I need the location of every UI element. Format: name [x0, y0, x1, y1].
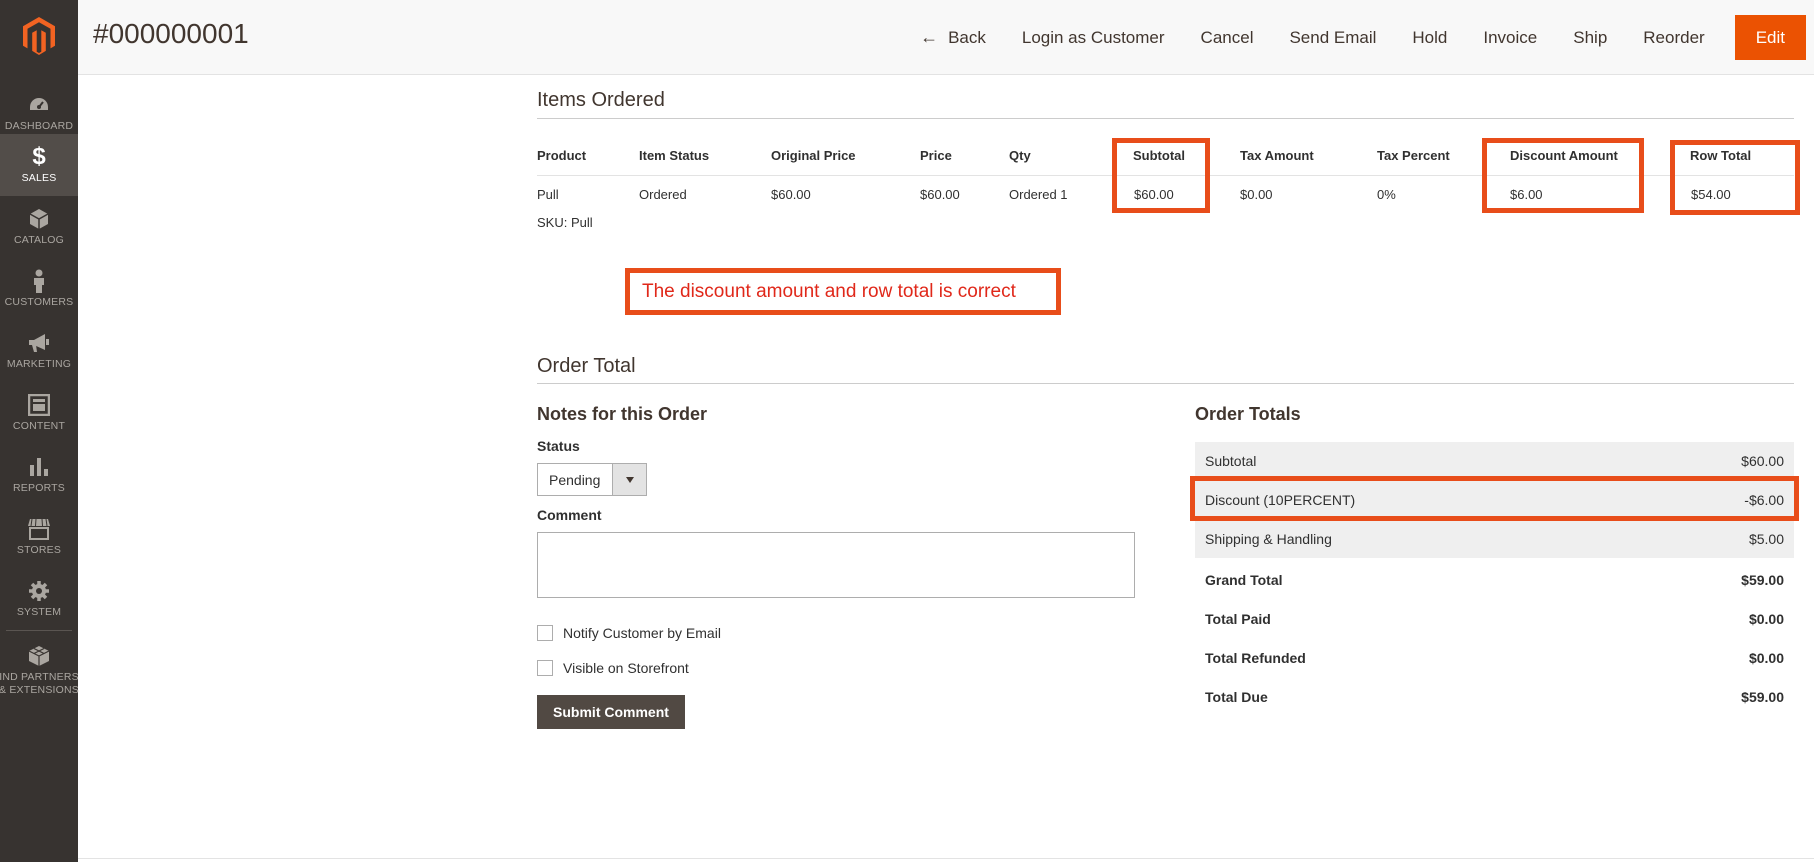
cell-product: Pull — [537, 187, 559, 202]
sidebar-item-content[interactable]: CONTENT — [0, 382, 78, 444]
sidebar-item-stores[interactable]: STORES — [0, 506, 78, 568]
cancel-button[interactable]: Cancel — [1183, 15, 1272, 60]
arrow-left-icon: ← — [920, 27, 939, 47]
annotation-note: The discount amount and row total is cor… — [625, 268, 1061, 315]
cell-qty: Ordered 1 — [1009, 187, 1068, 202]
totals-row-total-paid: Total Paid $0.00 — [1205, 610, 1784, 627]
login-as-customer-button[interactable]: Login as Customer — [1004, 15, 1183, 60]
cube-icon — [29, 208, 49, 230]
page-header: #000000001 ← Back Login as Customer Canc… — [78, 0, 1814, 75]
store-icon — [27, 518, 51, 540]
col-header-price: Price — [920, 148, 952, 163]
comment-label: Comment — [537, 507, 602, 523]
totals-row-shipping: Shipping & Handling $5.00 — [1195, 520, 1794, 559]
caret-down-icon — [612, 464, 646, 495]
person-icon — [32, 269, 46, 293]
cell-tax-percent: 0% — [1377, 187, 1396, 202]
cell-sku: SKU: Pull — [537, 215, 593, 230]
admin-sidebar: DASHBOARD $ SALES CATALOG CUSTOMERS MARK… — [0, 0, 79, 862]
notify-customer-checkbox-row[interactable]: Notify Customer by Email — [537, 625, 721, 641]
order-totals-title: Order Totals — [1195, 404, 1301, 424]
section-divider — [537, 383, 1794, 384]
sidebar-item-catalog[interactable]: CATALOG — [0, 196, 78, 258]
bar-chart-icon — [28, 456, 50, 478]
megaphone-icon — [27, 332, 51, 354]
cell-original-price: $60.00 — [771, 187, 811, 202]
page-actions: ← Back Login as Customer Cancel Send Ema… — [902, 15, 1814, 60]
totals-row-grand-total: Grand Total $59.00 — [1205, 571, 1784, 588]
gear-icon — [28, 580, 50, 602]
reorder-button[interactable]: Reorder — [1625, 15, 1722, 60]
visible-storefront-checkbox[interactable] — [537, 660, 553, 676]
items-ordered-title: Items Ordered — [537, 89, 665, 111]
sidebar-divider — [6, 630, 72, 631]
cell-price: $60.00 — [920, 187, 960, 202]
page-title: #000000001 — [93, 18, 249, 49]
highlight-box-discount-amount — [1482, 138, 1644, 213]
magento-logo-icon[interactable] — [0, 0, 78, 72]
boxes-icon — [27, 645, 51, 667]
notes-title: Notes for this Order — [537, 404, 708, 424]
ship-button[interactable]: Ship — [1555, 15, 1625, 60]
sidebar-item-system[interactable]: SYSTEM — [0, 568, 78, 630]
section-divider — [537, 118, 1794, 119]
col-header-tax-amount: Tax Amount — [1240, 148, 1314, 163]
dashboard-icon — [28, 94, 50, 116]
notify-customer-checkbox[interactable] — [537, 625, 553, 641]
highlight-box-discount-total — [1190, 476, 1799, 521]
col-header-product: Product — [537, 148, 587, 163]
status-select[interactable]: Pending — [537, 463, 647, 496]
sidebar-item-partners-extensions[interactable]: IND PARTNERS & EXTENSIONS — [0, 636, 79, 706]
comment-textarea[interactable] — [537, 532, 1135, 598]
back-button[interactable]: ← Back — [902, 15, 1004, 60]
dollar-icon: $ — [32, 142, 46, 170]
highlight-box-subtotal — [1112, 138, 1210, 213]
sidebar-item-sales[interactable]: $ SALES — [0, 134, 78, 196]
totals-row-total-due: Total Due $59.00 — [1205, 688, 1784, 705]
totals-row-total-refunded: Total Refunded $0.00 — [1205, 649, 1784, 666]
status-label: Status — [537, 438, 580, 454]
edit-button[interactable]: Edit — [1734, 15, 1806, 60]
col-header-tax-percent: Tax Percent — [1377, 148, 1450, 163]
invoice-button[interactable]: Invoice — [1465, 15, 1555, 60]
col-header-item-status: Item Status — [639, 148, 710, 163]
cell-item-status: Ordered — [639, 187, 687, 202]
sidebar-item-marketing[interactable]: MARKETING — [0, 320, 78, 382]
annotation-text: The discount amount and row total is cor… — [642, 280, 1016, 302]
submit-comment-button[interactable]: Submit Comment — [537, 695, 685, 729]
send-email-button[interactable]: Send Email — [1271, 15, 1394, 60]
sidebar-item-reports[interactable]: REPORTS — [0, 444, 78, 506]
col-header-qty: Qty — [1009, 148, 1031, 163]
highlight-box-row-total — [1670, 140, 1800, 215]
footer-divider — [78, 858, 1814, 859]
layout-icon — [28, 393, 50, 416]
col-header-original-price: Original Price — [771, 148, 856, 163]
sidebar-item-customers[interactable]: CUSTOMERS — [0, 258, 78, 320]
visible-storefront-checkbox-row[interactable]: Visible on Storefront — [537, 660, 689, 676]
cell-tax-amount: $0.00 — [1240, 187, 1273, 202]
hold-button[interactable]: Hold — [1394, 15, 1465, 60]
order-total-title: Order Total — [537, 355, 636, 377]
